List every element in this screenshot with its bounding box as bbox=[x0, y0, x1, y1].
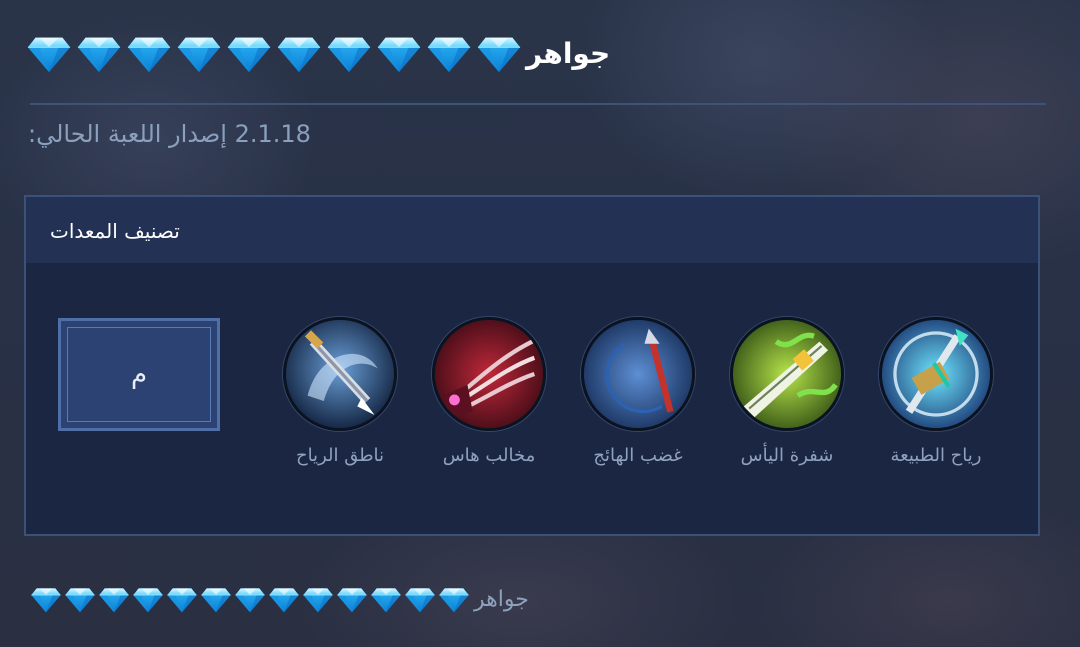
diamond-icon bbox=[200, 583, 232, 615]
diamond-icon bbox=[302, 583, 334, 615]
diamond-icon bbox=[438, 583, 470, 615]
diamond-icon bbox=[166, 583, 198, 615]
selector-label: م bbox=[130, 359, 148, 390]
header-gem-row bbox=[26, 30, 526, 76]
panel-header: تصنيف المعدات bbox=[26, 197, 1038, 263]
version-text: 2.1.18 إصدار اللعبة الحالي: bbox=[28, 120, 311, 148]
diamond-icon bbox=[26, 30, 72, 76]
diamond-icon bbox=[176, 30, 222, 76]
selector-button[interactable]: م bbox=[58, 318, 220, 431]
footer: جواهر bbox=[30, 583, 529, 615]
diamond-icon bbox=[476, 30, 522, 76]
equipment-panel: تصنيف المعدات م ناطق الرياح مخالب هاس غض… bbox=[24, 195, 1040, 536]
diamond-icon bbox=[268, 583, 300, 615]
item-label: شفرة اليأس bbox=[740, 445, 834, 466]
nature-wind-icon bbox=[879, 317, 993, 431]
diamond-icon bbox=[132, 583, 164, 615]
diamond-icon bbox=[426, 30, 472, 76]
footer-gem-row bbox=[30, 583, 472, 615]
diamond-icon bbox=[376, 30, 422, 76]
equipment-item-nature-wind[interactable]: رياح الطبيعة bbox=[866, 317, 1006, 466]
diamond-icon bbox=[126, 30, 172, 76]
diamond-icon bbox=[30, 583, 62, 615]
equipment-item-blade-of-despair[interactable]: شفرة اليأس bbox=[717, 317, 857, 466]
diamond-icon bbox=[76, 30, 122, 76]
panel-title: تصنيف المعدات bbox=[50, 219, 180, 243]
header: جواهر bbox=[26, 30, 614, 76]
diamond-icon bbox=[370, 583, 402, 615]
diamond-icon bbox=[98, 583, 130, 615]
equipment-item-windtalker[interactable]: ناطق الرياح bbox=[270, 317, 410, 466]
item-label: ناطق الرياح bbox=[295, 445, 385, 466]
windtalker-icon bbox=[283, 317, 397, 431]
equipment-item-berserkers-fury[interactable]: غضب الهائج bbox=[568, 317, 708, 466]
diamond-icon bbox=[64, 583, 96, 615]
blade-of-despair-icon bbox=[730, 317, 844, 431]
haas-claws-icon bbox=[432, 317, 546, 431]
item-label: مخالب هاس bbox=[442, 445, 536, 466]
diamond-icon bbox=[276, 30, 322, 76]
item-label: رياح الطبيعة bbox=[890, 445, 982, 466]
footer-title: جواهر bbox=[474, 586, 529, 612]
diamond-icon bbox=[336, 583, 368, 615]
diamond-icon bbox=[326, 30, 372, 76]
item-label: غضب الهائج bbox=[593, 445, 683, 466]
diamond-icon bbox=[226, 30, 272, 76]
equipment-item-haas-claws[interactable]: مخالب هاس bbox=[419, 317, 559, 466]
diamond-icon bbox=[234, 583, 266, 615]
page-title: جواهر bbox=[526, 36, 611, 70]
berserkers-fury-icon bbox=[581, 317, 695, 431]
divider bbox=[30, 103, 1046, 105]
diamond-icon bbox=[404, 583, 436, 615]
